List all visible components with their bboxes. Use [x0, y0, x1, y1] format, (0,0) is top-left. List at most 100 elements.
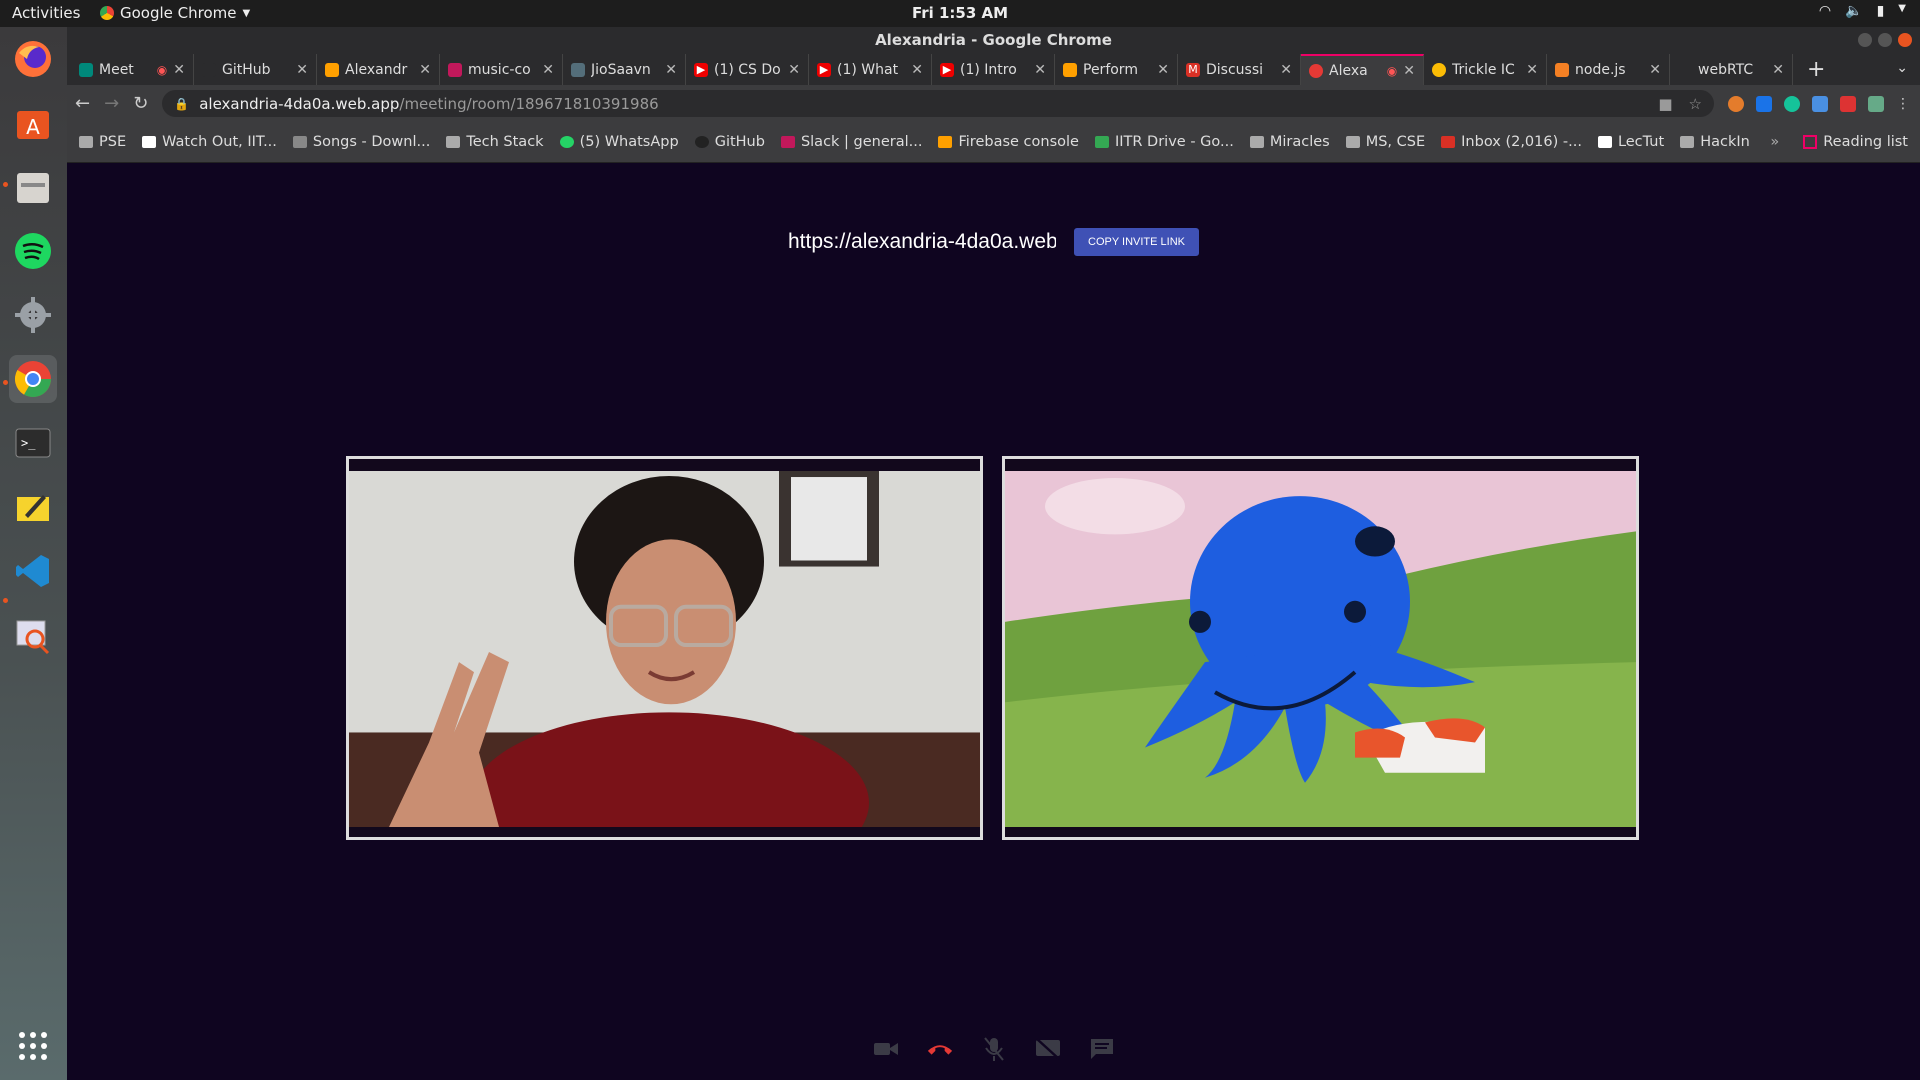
close-tab-icon[interactable]: ✕	[1157, 62, 1169, 78]
url-host: alexandria-4da0a.web.app	[199, 94, 400, 113]
text-editor-icon[interactable]	[9, 483, 57, 531]
close-window-button[interactable]	[1898, 33, 1912, 47]
stop-screen-share-button[interactable]	[1034, 1035, 1062, 1063]
tab-trickle-ice[interactable]: Trickle IC ✕	[1424, 54, 1547, 85]
tab-alexa-active[interactable]: Alexa ◉ ✕	[1301, 54, 1424, 85]
github-icon	[202, 62, 216, 77]
vscode-icon[interactable]	[9, 547, 57, 595]
grammarly-icon[interactable]	[1784, 95, 1800, 112]
close-tab-icon[interactable]: ✕	[173, 62, 185, 78]
toolbar: ← → ↻ 🔒 alexandria-4da0a.web.app/meeting…	[67, 85, 1920, 122]
tab-webrtc[interactable]: webRTC ✕	[1670, 54, 1793, 85]
invite-bar: https://alexandria-4da0a.web.app/meeting…	[67, 228, 1920, 256]
bookmark-songs[interactable]: Songs - Downl...	[292, 134, 430, 150]
bookmark-slack[interactable]: Slack | general...	[780, 134, 922, 150]
camera-in-use-icon[interactable]: ■	[1658, 95, 1672, 113]
bookmark-iitr-drive[interactable]: IITR Drive - Go...	[1094, 134, 1234, 150]
bookmark-tech-stack[interactable]: Tech Stack	[446, 134, 544, 150]
reload-icon[interactable]: ↻	[133, 93, 148, 114]
copy-invite-link-button[interactable]: COPY INVITE LINK	[1074, 228, 1199, 256]
window-title: Alexandria - Google Chrome	[875, 31, 1112, 49]
system-tray[interactable]: ◠ 🔈 ▮ ▼	[1819, 3, 1906, 19]
chevron-right-double-icon[interactable]: »	[1770, 134, 1779, 150]
close-tab-icon[interactable]: ✕	[1280, 62, 1292, 78]
close-tab-icon[interactable]: ✕	[665, 62, 677, 78]
new-tab-button[interactable]: +	[1793, 54, 1839, 85]
firefox-icon[interactable]	[9, 35, 57, 83]
youtube-icon: ▶	[940, 62, 954, 77]
bookmark-github[interactable]: GitHub	[694, 134, 765, 150]
bookmark-star-icon[interactable]: ☆	[1689, 95, 1702, 113]
alexandria-icon	[1309, 63, 1323, 78]
chrome-icon	[1432, 62, 1446, 77]
meet-icon	[79, 62, 93, 77]
image-viewer-icon[interactable]	[9, 611, 57, 659]
video-camera-button[interactable]	[872, 1035, 900, 1063]
spotify-icon[interactable]	[9, 227, 57, 275]
tab-youtube-1[interactable]: ▶ (1) CS Do ✕	[686, 54, 809, 85]
tab-meet[interactable]: Meet ◉ ✕	[71, 54, 194, 85]
close-tab-icon[interactable]: ✕	[542, 62, 554, 78]
maximize-button[interactable]	[1878, 33, 1892, 47]
bookmark-watch-out[interactable]: Watch Out, IIT...	[142, 134, 277, 150]
tab-github[interactable]: GitHub ✕	[194, 54, 317, 85]
close-tab-icon[interactable]: ✕	[1526, 62, 1538, 78]
back-icon[interactable]: ←	[75, 93, 90, 114]
mute-mic-button[interactable]	[980, 1035, 1008, 1063]
tab-youtube-3[interactable]: ▶ (1) Intro ✕	[932, 54, 1055, 85]
app-grid-icon[interactable]	[9, 1022, 57, 1070]
end-call-button[interactable]	[926, 1035, 954, 1063]
music-icon	[448, 62, 462, 77]
tab-search-icon[interactable]: ⌄	[1896, 60, 1908, 76]
terminal-icon[interactable]: >_	[9, 419, 57, 467]
tab-youtube-2[interactable]: ▶ (1) What ✕	[809, 54, 932, 85]
file-manager-icon[interactable]	[9, 163, 57, 211]
bookmark-miracles[interactable]: Miracles	[1249, 134, 1330, 150]
tab-performance[interactable]: Perform ✕	[1055, 54, 1178, 85]
system-clock[interactable]: Fri 1:53 AM	[0, 4, 1920, 22]
close-tab-icon[interactable]: ✕	[419, 62, 431, 78]
close-tab-icon[interactable]: ✕	[911, 62, 923, 78]
battery-icon: ▮	[1876, 3, 1885, 19]
bookmark-whatsapp[interactable]: (5) WhatsApp	[559, 134, 679, 150]
chrome-icon[interactable]	[9, 355, 57, 403]
forward-icon[interactable]: →	[104, 93, 119, 114]
bookmark-hackin[interactable]: HackIn	[1680, 134, 1750, 150]
settings-icon[interactable]	[9, 291, 57, 339]
close-tab-icon[interactable]: ✕	[1403, 63, 1415, 79]
close-tab-icon[interactable]: ✕	[1649, 62, 1661, 78]
tab-discussion[interactable]: M Discussi ✕	[1178, 54, 1301, 85]
tab-jiosaavn[interactable]: JioSaavn ✕	[563, 54, 686, 85]
tab-alexandria[interactable]: Alexandr ✕	[317, 54, 440, 85]
reading-list-button[interactable]: » Reading list	[1770, 134, 1908, 150]
tab-nodejs[interactable]: node.js ✕	[1547, 54, 1670, 85]
puzzle-icon[interactable]	[1840, 95, 1856, 112]
more-menu-icon[interactable]: ⋮	[1896, 96, 1912, 112]
lock-icon: 🔒	[174, 96, 190, 111]
tab-music[interactable]: music-co ✕	[440, 54, 563, 85]
bookmark-inbox[interactable]: Inbox (2,016) -...	[1441, 134, 1582, 150]
youtube-icon: ▶	[817, 62, 831, 77]
local-video-feed	[349, 471, 980, 837]
bookmark-ms-cse[interactable]: MS, CSE	[1345, 134, 1425, 150]
close-tab-icon[interactable]: ✕	[788, 62, 800, 78]
close-tab-icon[interactable]: ✕	[1772, 62, 1784, 78]
chat-button[interactable]	[1088, 1035, 1116, 1063]
address-bar[interactable]: 🔒 alexandria-4da0a.web.app/meeting/room/…	[162, 90, 1714, 117]
svg-text:>_: >_	[21, 436, 36, 450]
bookmark-extension-icon[interactable]	[1756, 95, 1772, 112]
software-center-icon[interactable]: A	[9, 99, 57, 147]
invite-url-text[interactable]: https://alexandria-4da0a.web.app/meeting…	[788, 230, 1056, 254]
webrtc-icon	[1678, 63, 1692, 77]
lectut-icon	[1597, 136, 1612, 148]
bookmark-firebase[interactable]: Firebase console	[938, 134, 1079, 150]
screenshot-extension-icon[interactable]	[1812, 95, 1828, 112]
profile-avatar-icon[interactable]	[1868, 95, 1884, 112]
minimize-button[interactable]	[1858, 33, 1872, 47]
close-tab-icon[interactable]: ✕	[1034, 62, 1046, 78]
close-tab-icon[interactable]: ✕	[296, 62, 308, 78]
bookmark-lectut[interactable]: LecTut	[1597, 134, 1664, 150]
bookmark-pse[interactable]: PSE	[79, 134, 126, 150]
folder-icon	[1345, 136, 1360, 148]
extension-icon[interactable]	[1728, 95, 1744, 112]
